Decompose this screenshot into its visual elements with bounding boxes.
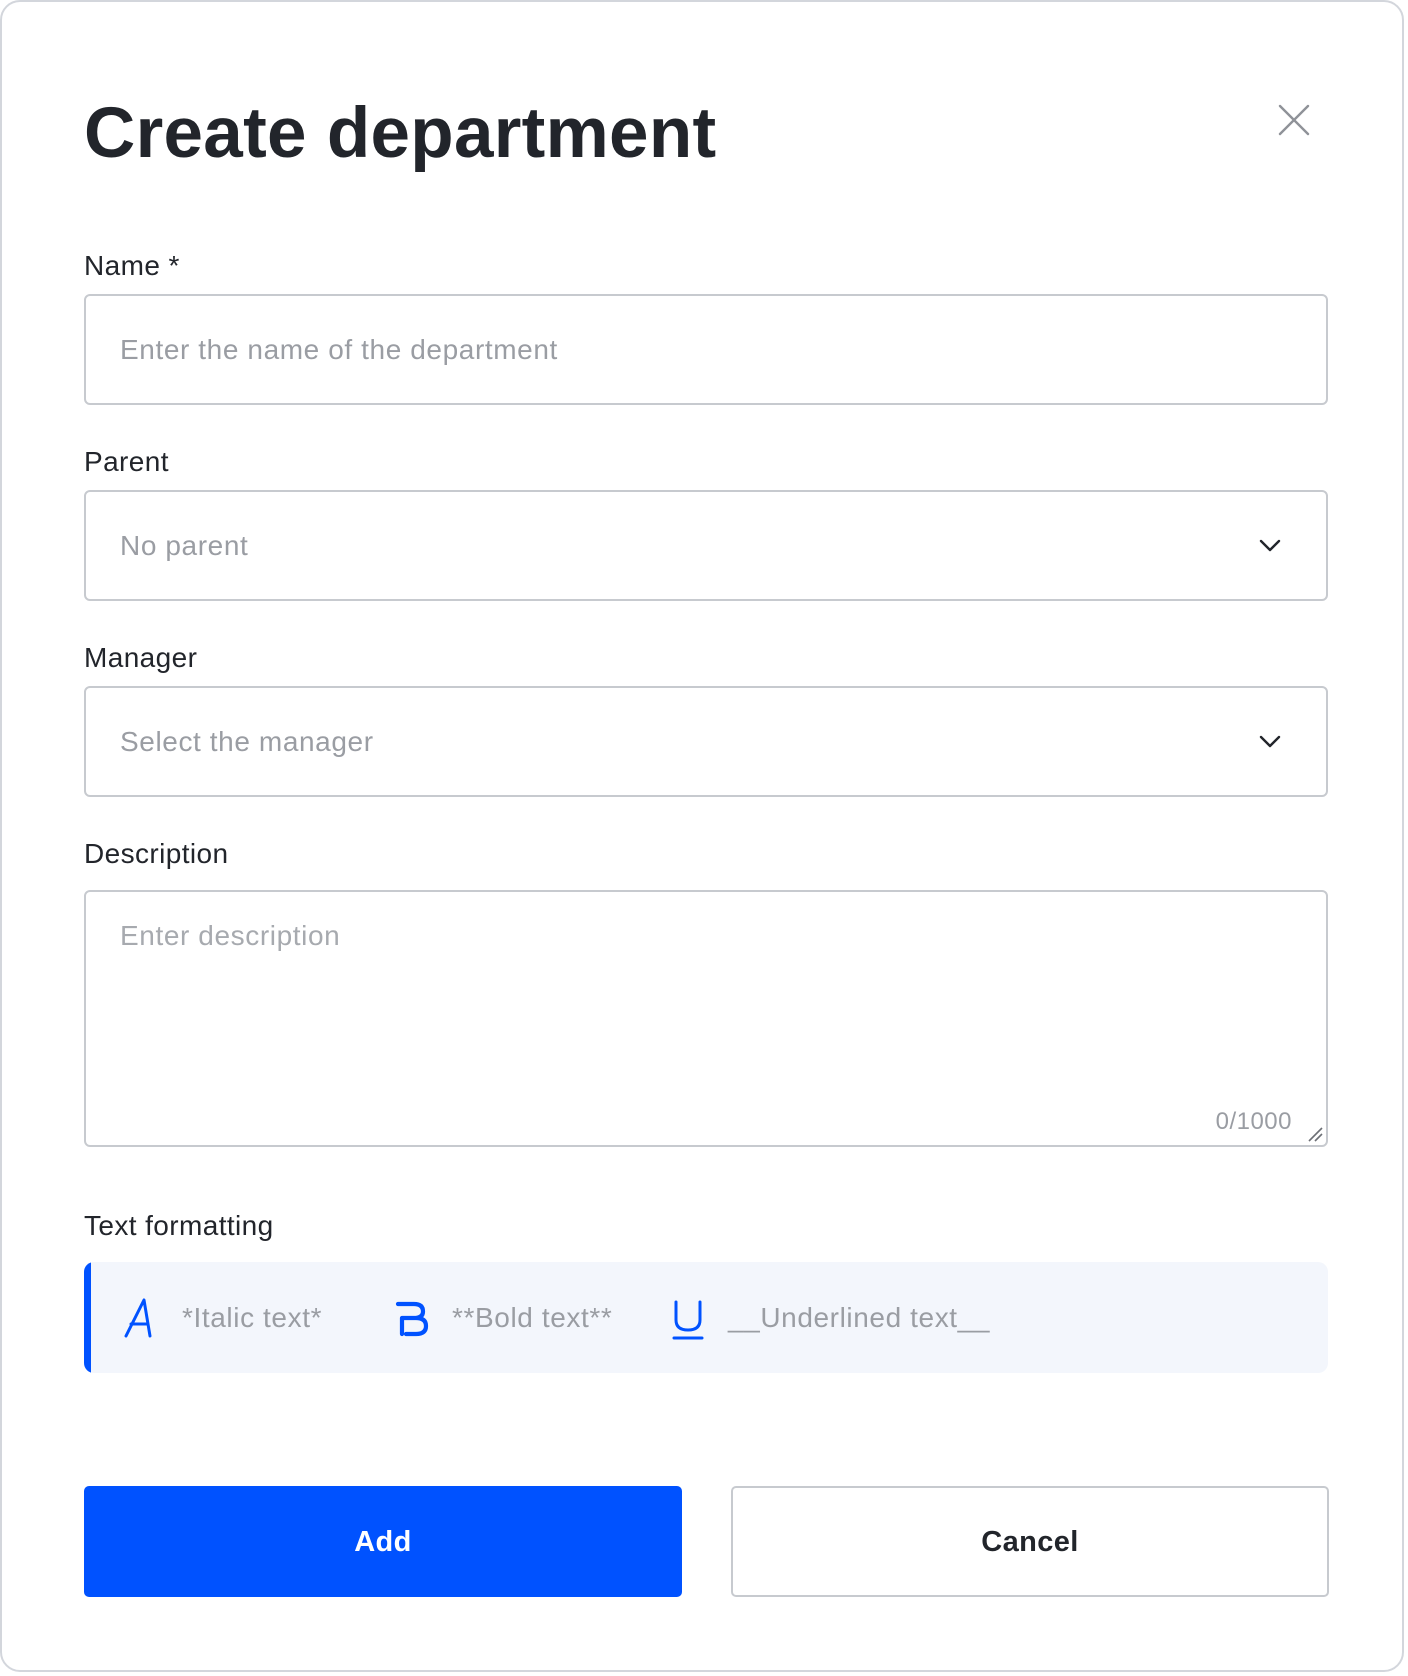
manager-select[interactable]: Select the manager bbox=[84, 686, 1328, 797]
create-department-dialog: Create department Name * Parent No paren… bbox=[0, 0, 1404, 1672]
bold-icon bbox=[392, 1294, 432, 1342]
formatting-bold: **Bold text** bbox=[392, 1262, 612, 1373]
chevron-down-icon bbox=[1256, 728, 1284, 756]
formatting-italic: *Italic text* bbox=[122, 1262, 322, 1373]
parent-label: Parent bbox=[84, 446, 169, 477]
close-button[interactable] bbox=[1270, 96, 1318, 144]
description-field-wrapper: 0/1000 bbox=[84, 890, 1328, 1147]
italic-example: *Italic text* bbox=[182, 1301, 323, 1333]
text-formatting-hint: *Italic text* **Bold text** __Underlined… bbox=[84, 1262, 1328, 1373]
add-button[interactable]: Add bbox=[84, 1486, 682, 1597]
italic-icon bbox=[122, 1294, 162, 1342]
name-input[interactable] bbox=[86, 296, 1326, 403]
underline-example: __Underlined text__ bbox=[728, 1301, 991, 1333]
resize-handle-icon[interactable] bbox=[1306, 1125, 1324, 1143]
parent-select-value: No parent bbox=[120, 530, 249, 561]
manager-select-placeholder: Select the manager bbox=[120, 726, 374, 757]
accent-bar bbox=[84, 1262, 91, 1373]
dialog-title: Create department bbox=[84, 94, 717, 173]
name-label: Name * bbox=[84, 250, 180, 281]
bold-example: **Bold text** bbox=[452, 1301, 613, 1333]
chevron-down-icon bbox=[1256, 532, 1284, 560]
underline-icon bbox=[668, 1294, 708, 1342]
cancel-button[interactable]: Cancel bbox=[731, 1486, 1329, 1597]
parent-select[interactable]: No parent bbox=[84, 490, 1328, 601]
formatting-underline: __Underlined text__ bbox=[668, 1262, 990, 1373]
close-icon[interactable] bbox=[1270, 96, 1318, 144]
text-formatting-label: Text formatting bbox=[84, 1210, 274, 1241]
description-label: Description bbox=[84, 838, 229, 869]
name-field-wrapper bbox=[84, 294, 1328, 405]
description-textarea[interactable] bbox=[86, 892, 1326, 1145]
character-counter: 0/1000 bbox=[1215, 1108, 1292, 1135]
manager-label: Manager bbox=[84, 642, 198, 673]
